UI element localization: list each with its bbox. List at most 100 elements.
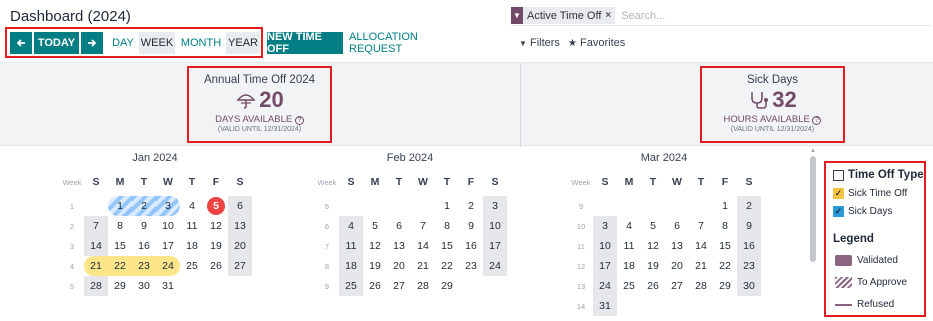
day-cell[interactable]: 4: [180, 196, 204, 216]
day-cell[interactable]: 29: [108, 276, 132, 296]
scroll-thumb[interactable]: [810, 156, 816, 262]
allocation-request-button[interactable]: ALLOCATION REQUEST: [349, 31, 461, 55]
day-cell[interactable]: 8: [435, 216, 459, 236]
day-cell[interactable]: 10: [483, 216, 507, 236]
day-cell[interactable]: 16: [459, 236, 483, 256]
day-cell[interactable]: 5: [204, 196, 228, 216]
next-button[interactable]: [81, 32, 103, 54]
time-off-type-header[interactable]: Time Off Type: [833, 169, 924, 181]
day-cell[interactable]: 1: [435, 196, 459, 216]
day-cell[interactable]: 2: [132, 196, 156, 216]
day-cell[interactable]: 29: [713, 276, 737, 296]
day-cell[interactable]: 12: [641, 236, 665, 256]
today-button[interactable]: TODAY: [34, 32, 79, 54]
day-cell[interactable]: 12: [204, 216, 228, 236]
day-cell[interactable]: 10: [593, 236, 617, 256]
day-cell[interactable]: 13: [387, 236, 411, 256]
day-cell[interactable]: 24: [483, 256, 507, 276]
day-cell[interactable]: 1: [713, 196, 737, 216]
day-cell[interactable]: 3: [593, 216, 617, 236]
day-cell[interactable]: 6: [387, 216, 411, 236]
new-time-off-button[interactable]: NEW TIME OFF: [267, 31, 343, 55]
type-item-sick-days[interactable]: ✓ Sick Days: [833, 206, 892, 217]
day-cell[interactable]: 8: [713, 216, 737, 236]
day-cell[interactable]: 30: [132, 276, 156, 296]
day-cell[interactable]: 28: [84, 276, 108, 296]
day-cell[interactable]: 9: [737, 216, 761, 236]
day-cell[interactable]: 6: [665, 216, 689, 236]
day-cell[interactable]: 3: [156, 196, 180, 216]
help-icon[interactable]: ?: [812, 116, 822, 125]
day-cell[interactable]: 8: [108, 216, 132, 236]
checkbox[interactable]: ✓: [833, 206, 844, 217]
filters-toggle[interactable]: ▼ Filters: [519, 37, 560, 49]
day-cell[interactable]: 18: [180, 236, 204, 256]
day-cell[interactable]: 14: [689, 236, 713, 256]
day-cell[interactable]: 7: [411, 216, 435, 236]
annual-time-off-card[interactable]: Annual Time Off 2024 20 DAYS AVAILABLE ?…: [187, 66, 332, 143]
day-cell[interactable]: 19: [641, 256, 665, 276]
day-cell[interactable]: 28: [411, 276, 435, 296]
day-cell[interactable]: 17: [156, 236, 180, 256]
day-cell[interactable]: 23: [132, 256, 156, 276]
day-cell[interactable]: 31: [593, 296, 617, 316]
day-cell[interactable]: 5: [363, 216, 387, 236]
day-cell[interactable]: 6: [228, 196, 252, 216]
scroll-up-icon[interactable]: ▲: [810, 148, 816, 154]
day-cell[interactable]: 28: [689, 276, 713, 296]
day-cell[interactable]: 19: [204, 236, 228, 256]
day-cell[interactable]: 25: [180, 256, 204, 276]
day-cell[interactable]: 9: [459, 216, 483, 236]
scale-year-button[interactable]: YEAR: [226, 32, 260, 54]
day-cell[interactable]: 4: [339, 216, 363, 236]
day-cell[interactable]: 7: [689, 216, 713, 236]
day-cell[interactable]: 16: [132, 236, 156, 256]
day-cell[interactable]: 7: [84, 216, 108, 236]
day-cell[interactable]: 14: [84, 236, 108, 256]
day-cell[interactable]: 27: [387, 276, 411, 296]
day-cell[interactable]: 3: [483, 196, 507, 216]
day-cell[interactable]: 2: [737, 196, 761, 216]
day-cell[interactable]: 31: [156, 276, 180, 296]
day-cell[interactable]: 26: [363, 276, 387, 296]
search-bar[interactable]: ▼ Active Time Off × Search...: [511, 6, 931, 26]
previous-button[interactable]: [10, 32, 32, 54]
day-cell[interactable]: 27: [665, 276, 689, 296]
day-cell[interactable]: 25: [617, 276, 641, 296]
day-cell[interactable]: 23: [737, 256, 761, 276]
day-cell[interactable]: 11: [339, 236, 363, 256]
scrollbar[interactable]: ▲: [809, 148, 817, 321]
day-cell[interactable]: 4: [617, 216, 641, 236]
day-cell[interactable]: 17: [593, 256, 617, 276]
day-cell[interactable]: 27: [228, 256, 252, 276]
day-cell[interactable]: 15: [713, 236, 737, 256]
day-cell[interactable]: 15: [108, 236, 132, 256]
search-facet[interactable]: ▼ Active Time Off ×: [511, 7, 616, 24]
day-cell[interactable]: 19: [363, 256, 387, 276]
day-cell[interactable]: 17: [483, 236, 507, 256]
day-cell[interactable]: 21: [84, 256, 108, 276]
day-cell[interactable]: 22: [108, 256, 132, 276]
day-cell[interactable]: 14: [411, 236, 435, 256]
day-cell[interactable]: 20: [387, 256, 411, 276]
day-cell[interactable]: 23: [459, 256, 483, 276]
day-cell[interactable]: 13: [228, 216, 252, 236]
day-cell[interactable]: 21: [411, 256, 435, 276]
sick-days-card[interactable]: Sick Days 32 HOURS AVAILABLE ? (VALID UN…: [700, 66, 845, 143]
day-cell[interactable]: 16: [737, 236, 761, 256]
day-cell[interactable]: 18: [617, 256, 641, 276]
day-cell[interactable]: 20: [228, 236, 252, 256]
search-input[interactable]: Search...: [621, 10, 665, 22]
scale-month-button[interactable]: MONTH: [178, 32, 224, 54]
checkbox[interactable]: ✓: [833, 188, 844, 199]
type-item-sick-time-off[interactable]: ✓ Sick Time Off: [833, 188, 907, 199]
day-cell[interactable]: 21: [689, 256, 713, 276]
checkbox[interactable]: [833, 169, 844, 181]
day-cell[interactable]: 30: [737, 276, 761, 296]
day-cell[interactable]: 9: [132, 216, 156, 236]
day-cell[interactable]: 11: [617, 236, 641, 256]
day-cell[interactable]: 22: [435, 256, 459, 276]
scale-day-button[interactable]: DAY: [109, 32, 137, 54]
day-cell[interactable]: 15: [435, 236, 459, 256]
day-cell[interactable]: 26: [641, 276, 665, 296]
